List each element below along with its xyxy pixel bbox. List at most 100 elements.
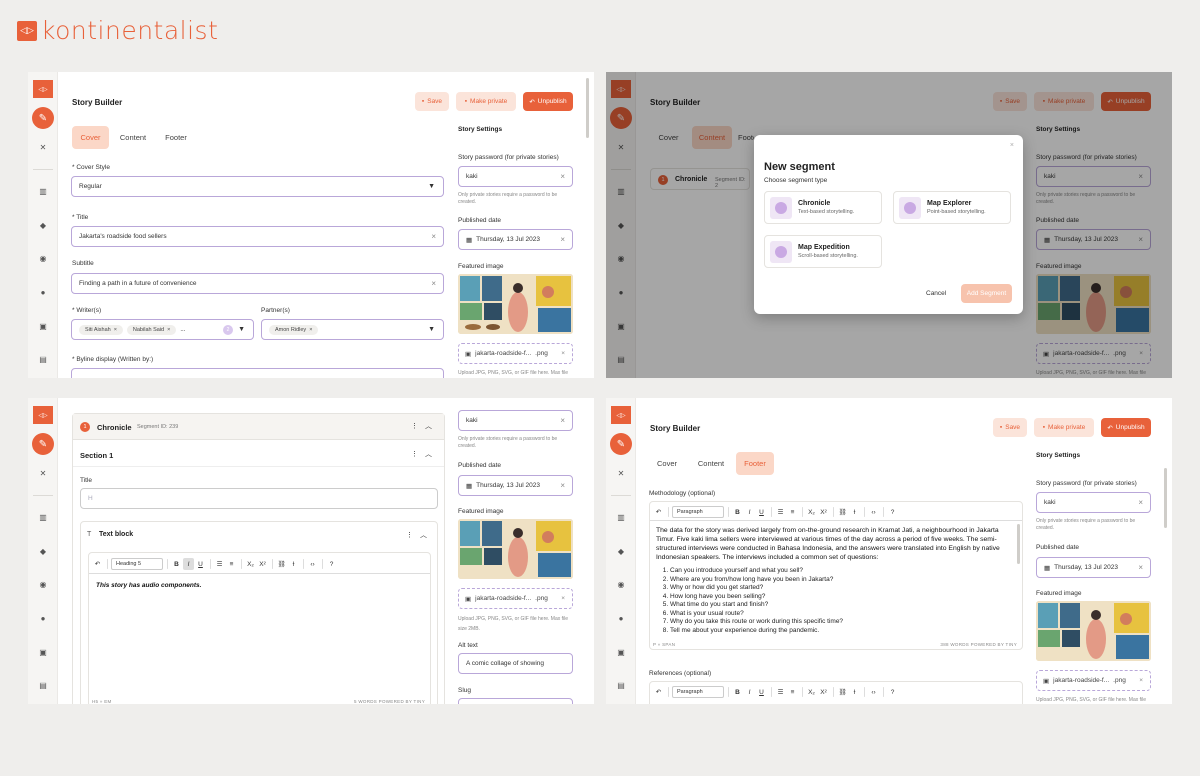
option-map-expedition[interactable]: Map Expedition Scroll-based storytelling. [764, 235, 882, 268]
block-format-select[interactable]: Paragraph [672, 686, 724, 698]
library-icon[interactable]: ▥ [36, 187, 50, 196]
close-icon[interactable]: × [1010, 142, 1014, 149]
option-chronicle[interactable]: Chronicle Text-based storytelling. [764, 191, 882, 224]
tab-footer[interactable]: Footer [158, 126, 194, 149]
clear-format-icon[interactable]: Ɨ [288, 558, 299, 570]
pen-icon[interactable]: ✎ [32, 433, 54, 455]
italic-icon[interactable]: I [744, 686, 755, 698]
tab-footer[interactable]: Footer [736, 452, 774, 475]
rich-text-editor[interactable]: ↶ Heading 5 B I U ☰ ≡ X₂ X² ⛓ Ɨ ‹› ? Thi… [88, 552, 431, 704]
scrollbar[interactable] [1164, 468, 1167, 528]
unpublish-button[interactable]: ↶ Unpublish [1101, 418, 1151, 437]
help-icon[interactable]: ? [887, 686, 898, 698]
make-private-button[interactable]: ▪ Make private [456, 92, 516, 111]
pen-icon[interactable]: ✎ [610, 433, 632, 455]
password-input[interactable]: kaki × [458, 166, 573, 187]
partner-chip[interactable]: Amon Ridley × [269, 324, 319, 335]
more-icon[interactable]: ⋮ [411, 422, 418, 430]
tools-icon[interactable]: ✕ [36, 143, 50, 152]
undo-icon[interactable]: ↶ [653, 506, 664, 518]
trash-icon[interactable]: ▤ [36, 681, 50, 690]
tab-content[interactable]: Content [114, 126, 152, 149]
trash-icon[interactable]: ▤ [36, 355, 50, 364]
numbered-list-icon[interactable]: ≡ [226, 558, 237, 570]
tag-icon[interactable]: ◆ [614, 547, 628, 556]
scrollbar[interactable] [1017, 524, 1020, 564]
link-icon[interactable]: ⛓ [837, 506, 848, 518]
cancel-button[interactable]: Cancel [926, 290, 946, 297]
link-icon[interactable]: ⛓ [276, 558, 287, 570]
help-icon[interactable]: ? [326, 558, 337, 570]
bold-icon[interactable]: B [732, 686, 743, 698]
superscript-icon[interactable]: X² [818, 686, 829, 698]
numbered-list-icon[interactable]: ≡ [787, 686, 798, 698]
image-icon[interactable]: ▣ [36, 648, 50, 657]
editor-content[interactable]: This story has audio components. [96, 581, 201, 590]
partners-select[interactable]: Amon Ridley × ▼ [261, 319, 444, 340]
featured-image-file[interactable]: ▣ jakarta-roadside-f... .png × [458, 588, 573, 609]
featured-image-file[interactable]: ▣ jakarta-roadside-f... .png × [458, 343, 573, 364]
cover-style-select[interactable]: Regular ▼ [71, 176, 444, 197]
writer-chip[interactable]: Nabilah Said × [126, 324, 177, 335]
subscript-icon[interactable]: X₂ [806, 686, 817, 698]
eye-icon[interactable]: ◉ [36, 580, 50, 589]
app-logo-icon[interactable]: ◁▷ [33, 80, 53, 98]
more-icon[interactable]: ⋮ [411, 450, 418, 458]
tag-icon[interactable]: ◆ [36, 221, 50, 230]
app-logo-icon[interactable]: ◁▷ [611, 406, 631, 424]
slug-input[interactable] [458, 698, 573, 704]
scrollbar[interactable] [586, 78, 589, 138]
clear-format-icon[interactable]: Ɨ [849, 686, 860, 698]
published-date-input[interactable]: ▦ Thursday, 13 Jul 2023 × [458, 475, 573, 496]
eye-icon[interactable]: ◉ [614, 580, 628, 589]
underline-icon[interactable]: U [756, 686, 767, 698]
featured-image-file[interactable]: ▣ jakarta-roadside-f... .png × [1036, 670, 1151, 691]
subtitle-input[interactable]: Finding a path in a future of convenienc… [71, 273, 444, 294]
clear-format-icon[interactable]: Ɨ [849, 506, 860, 518]
library-icon[interactable]: ▥ [36, 513, 50, 522]
superscript-icon[interactable]: X² [257, 558, 268, 570]
library-icon[interactable]: ▥ [614, 513, 628, 522]
undo-icon[interactable]: ↶ [92, 558, 103, 570]
trash-icon[interactable]: ▤ [614, 681, 628, 690]
tab-content[interactable]: Content [692, 452, 730, 475]
make-private-button[interactable]: ▪ Make private [1034, 418, 1094, 437]
help-icon[interactable]: ? [887, 506, 898, 518]
byline-input[interactable] [71, 368, 444, 378]
subscript-icon[interactable]: X₂ [245, 558, 256, 570]
references-editor[interactable]: ↶ Paragraph B I U ☰ ≡ X₂ X² ⛓ Ɨ ‹› ? [649, 681, 1023, 704]
published-date-input[interactable]: ▦ Thursday, 13 Jul 2023 × [458, 229, 573, 250]
image-icon[interactable]: ▣ [614, 648, 628, 657]
link-icon[interactable]: ⛓ [837, 686, 848, 698]
block-format-select[interactable]: Paragraph [672, 506, 724, 518]
bullet-list-icon[interactable]: ☰ [214, 558, 225, 570]
pen-icon[interactable]: ✎ [32, 107, 54, 129]
eye-icon[interactable]: ◉ [36, 254, 50, 263]
password-input[interactable]: kaki × [1036, 492, 1151, 513]
tag-icon[interactable]: ◆ [36, 547, 50, 556]
chevron-up-icon[interactable]: ︿ [425, 449, 432, 459]
methodology-content[interactable]: The data for the story was derived large… [656, 526, 1011, 641]
section-title-input[interactable]: H [80, 488, 438, 509]
save-button[interactable]: ▪ Save [993, 418, 1027, 437]
more-icon[interactable]: ⋮ [406, 531, 413, 539]
italic-icon[interactable]: I [183, 558, 194, 570]
subscript-icon[interactable]: X₂ [806, 506, 817, 518]
tools-icon[interactable]: ✕ [36, 469, 50, 478]
superscript-icon[interactable]: X² [818, 506, 829, 518]
bullet-list-icon[interactable]: ☰ [775, 506, 786, 518]
underline-icon[interactable]: U [195, 558, 206, 570]
tab-cover[interactable]: Cover [72, 126, 109, 149]
bold-icon[interactable]: B [732, 506, 743, 518]
bullet-list-icon[interactable]: ☰ [775, 686, 786, 698]
image-icon[interactable]: ▣ [36, 322, 50, 331]
title-input[interactable]: Jakarta's roadside food sellers × [71, 226, 444, 247]
option-map-explorer[interactable]: Map Explorer Point-based storytelling. [893, 191, 1011, 224]
writer-chip[interactable]: Siti Aishah × [79, 324, 123, 335]
info-icon[interactable]: ● [36, 288, 50, 297]
code-icon[interactable]: ‹› [307, 558, 318, 570]
save-button[interactable]: ▪ Save [415, 92, 449, 111]
code-icon[interactable]: ‹› [868, 686, 879, 698]
numbered-list-icon[interactable]: ≡ [787, 506, 798, 518]
info-icon[interactable]: ● [614, 614, 628, 623]
